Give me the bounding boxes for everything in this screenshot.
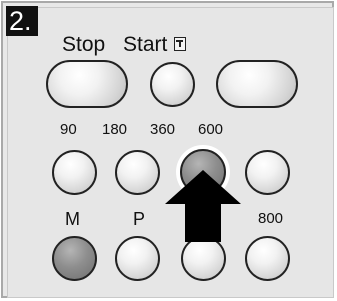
stop-button[interactable] xyxy=(46,60,128,108)
button-p[interactable] xyxy=(115,236,160,281)
button-bottom-center[interactable] xyxy=(181,236,226,281)
button-m[interactable] xyxy=(52,236,97,281)
stop-label: Stop xyxy=(62,33,106,56)
label-600: 600 xyxy=(198,121,224,138)
button-90[interactable] xyxy=(52,150,97,195)
control-panel: 2. Stop Start 90 180 360 600 M P 800 xyxy=(0,0,337,301)
pointing-arrow-icon xyxy=(165,170,241,242)
label-360: 360 xyxy=(150,121,176,138)
label-p: P xyxy=(133,209,146,229)
label-m: M xyxy=(65,209,80,229)
start-button[interactable] xyxy=(150,62,195,107)
button-180[interactable] xyxy=(115,150,160,195)
start-label: Start xyxy=(123,33,168,56)
label-180: 180 xyxy=(102,121,128,138)
button-800[interactable] xyxy=(245,236,290,281)
step-number-badge: 2. xyxy=(6,6,38,36)
top-right-button[interactable] xyxy=(216,60,298,108)
label-90: 90 xyxy=(60,121,77,138)
label-800: 800 xyxy=(258,210,284,227)
start-symbol-icon xyxy=(174,37,186,51)
button-middle-right[interactable] xyxy=(245,150,290,195)
